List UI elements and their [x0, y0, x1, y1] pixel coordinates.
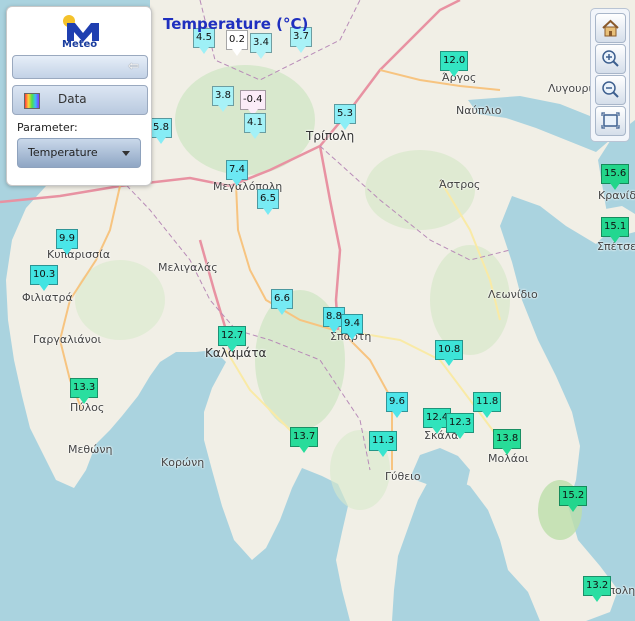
zoom-out-icon [602, 81, 619, 98]
station-marker[interactable]: 12.7 [218, 326, 247, 352]
station-marker[interactable]: 9.9 [56, 229, 78, 255]
station-marker[interactable]: 7.4 [226, 160, 248, 186]
place-label-kyparissia: Κυπαρισσία [47, 248, 111, 261]
station-marker[interactable]: 13.2 [583, 576, 612, 602]
full-extent-icon [601, 112, 620, 129]
zoom-in-button[interactable] [595, 44, 626, 74]
collapse-panel-button[interactable]: ⇦ [12, 55, 148, 79]
place-label-meligalas: Μελιγαλάς [158, 261, 218, 274]
station-marker[interactable]: 15.6 [601, 164, 630, 190]
map-view[interactable]: Άργος Ναύπλιο Λυγουριό Τρίπολη Μεγαλόπολ… [0, 0, 635, 621]
place-label-gytheio: Γύθειο [385, 470, 421, 483]
chevron-down-icon [122, 151, 130, 156]
station-marker[interactable]: 5.3 [334, 104, 356, 130]
parameter-selected-value: Temperature [28, 146, 98, 159]
place-label-gargalianoi: Γαργαλιάνοι [33, 333, 102, 346]
station-marker[interactable]: 13.8 [493, 429, 522, 455]
data-button-label: Data [58, 92, 87, 106]
zoom-out-button[interactable] [595, 75, 626, 105]
parameter-label: Parameter: [17, 121, 78, 134]
station-marker[interactable]: 15.2 [559, 486, 588, 512]
place-label-astros: Άστρος [439, 178, 481, 191]
place-label-leonidio: Λεωνίδιο [488, 288, 538, 301]
station-marker[interactable]: 10.8 [435, 340, 464, 366]
home-icon [602, 19, 619, 37]
place-label-methoni: Μεθώνη [68, 443, 113, 456]
station-marker[interactable]: 15.1 [601, 217, 630, 243]
arrow-left-icon: ⇦ [128, 59, 139, 74]
data-button[interactable]: Data [12, 85, 148, 115]
station-marker[interactable]: 10.3 [30, 265, 59, 291]
full-extent-button[interactable] [595, 106, 626, 136]
place-label-kranidi: Κρανίδι [598, 189, 635, 202]
station-marker[interactable]: 9.6 [386, 392, 408, 418]
map-toolbar [590, 8, 630, 142]
station-marker[interactable]: 0.2 [226, 30, 248, 56]
station-marker[interactable]: 4.1 [244, 113, 266, 139]
color-palette-icon [24, 93, 40, 109]
place-label-nafplio: Ναύπλιο [456, 104, 502, 117]
logo-text: Meteo [62, 39, 98, 50]
station-marker[interactable]: 6.6 [271, 289, 293, 315]
station-marker[interactable]: 12.3 [446, 413, 475, 439]
zoom-in-icon [602, 50, 619, 67]
station-marker[interactable]: 5.8 [150, 118, 172, 144]
map-title: Temperature (°C) [163, 15, 309, 33]
place-label-filiatra: Φιλιατρά [22, 291, 73, 304]
station-marker[interactable]: 12.0 [440, 51, 469, 77]
station-marker[interactable]: 9.4 [341, 314, 363, 340]
station-marker[interactable]: 6.5 [257, 189, 279, 215]
station-marker[interactable]: 11.8 [473, 392, 502, 418]
station-marker[interactable]: 13.3 [70, 378, 99, 404]
place-label-tripoli: Τρίπολη [306, 129, 355, 143]
station-marker[interactable]: -0.4 [240, 90, 266, 116]
place-label-koroni: Κορώνη [161, 456, 205, 469]
station-marker[interactable]: 3.4 [250, 33, 272, 59]
station-marker[interactable]: 11.3 [369, 431, 398, 457]
station-marker[interactable]: 3.8 [212, 86, 234, 112]
control-panel: Meteo ⇦ Data Parameter: Temperature [6, 6, 152, 186]
parameter-select[interactable]: Temperature [17, 138, 141, 168]
home-button[interactable] [595, 13, 626, 43]
station-marker[interactable]: 13.7 [290, 427, 319, 453]
place-label-argos: Άργος [442, 71, 477, 84]
